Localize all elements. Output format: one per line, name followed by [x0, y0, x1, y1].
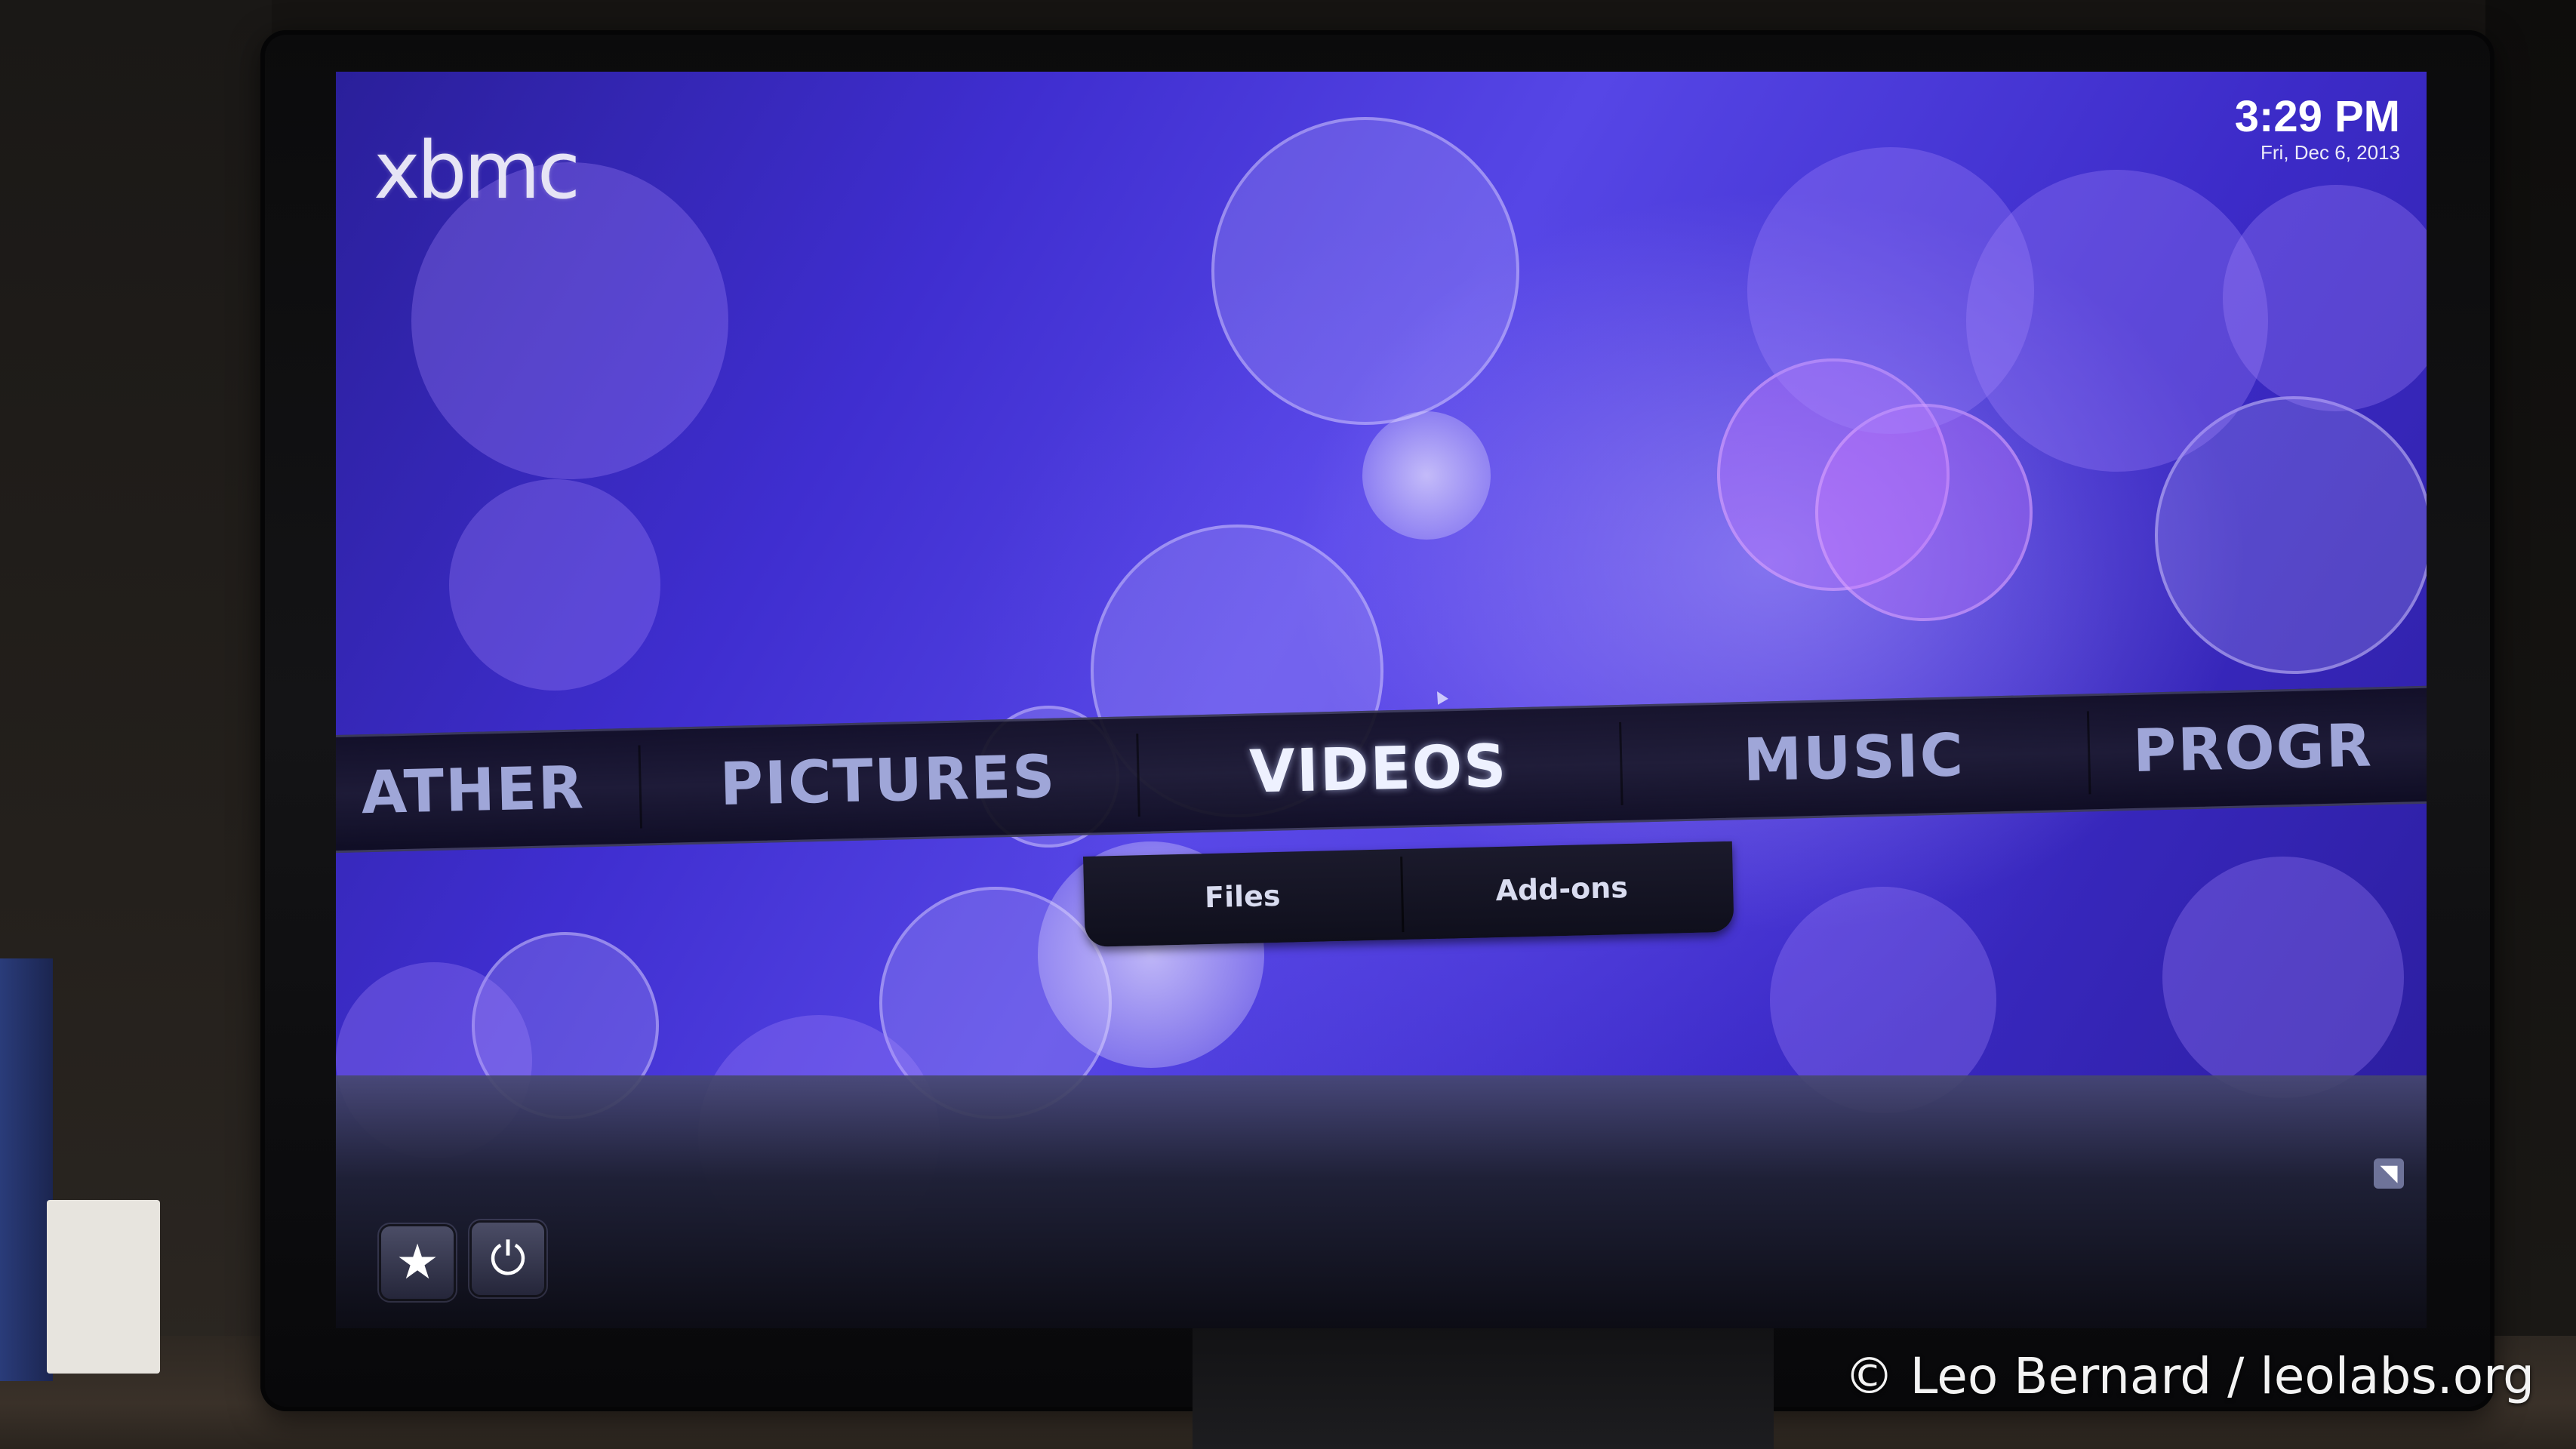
clock-date: Fri, Dec 6, 2013 — [2261, 141, 2400, 164]
tv-stand-device — [1193, 1313, 1774, 1449]
submenu-item-addons[interactable]: Add-ons — [1402, 855, 1721, 923]
menu-item-weather[interactable]: ATHER — [336, 745, 643, 836]
xbmc-logo: xbmc — [374, 125, 580, 217]
home-menu-bar: ATHER PICTURES VIDEOS MUSIC PROGR — [336, 685, 2427, 854]
bokeh-circle — [2162, 857, 2404, 1098]
videos-submenu: Files Add-ons — [1083, 841, 1734, 947]
menu-item-pictures[interactable]: PICTURES — [638, 734, 1140, 829]
shelf-card — [47, 1200, 160, 1374]
submenu-item-files[interactable]: Files — [1083, 863, 1402, 931]
menu-item-videos[interactable]: VIDEOS — [1136, 721, 1623, 817]
bokeh-circle — [1815, 404, 2033, 621]
xbmc-home-screen: xbmc 3:29 PM Fri, Dec 6, 2013 ATHER PICT… — [336, 72, 2427, 1328]
bokeh-circle — [449, 479, 660, 691]
bokeh-circle — [1211, 117, 1519, 425]
photo-watermark: © Leo Bernard / leolabs.org — [1844, 1347, 2534, 1405]
star-icon: ★ — [395, 1235, 439, 1291]
menu-item-music[interactable]: MUSIC — [1619, 711, 2091, 805]
power-icon: ⏻ — [490, 1232, 526, 1285]
bokeh-circle — [1362, 411, 1491, 540]
bokeh-circle — [1966, 170, 2268, 472]
clock-widget: 3:29 PM Fri, Dec 6, 2013 — [2234, 92, 2400, 165]
rss-icon[interactable]: ◥ — [2374, 1158, 2404, 1189]
room-background-right — [2485, 0, 2576, 1449]
menu-item-programs[interactable]: PROGR — [2087, 703, 2427, 795]
shelf-object — [0, 958, 53, 1381]
bottom-bar: ★ ⏻ — [336, 1075, 2427, 1328]
favourites-button[interactable]: ★ — [381, 1226, 454, 1299]
mouse-pointer-icon — [1432, 688, 1448, 705]
power-button[interactable]: ⏻ — [472, 1223, 544, 1295]
clock-time: 3:29 PM — [2234, 92, 2400, 141]
